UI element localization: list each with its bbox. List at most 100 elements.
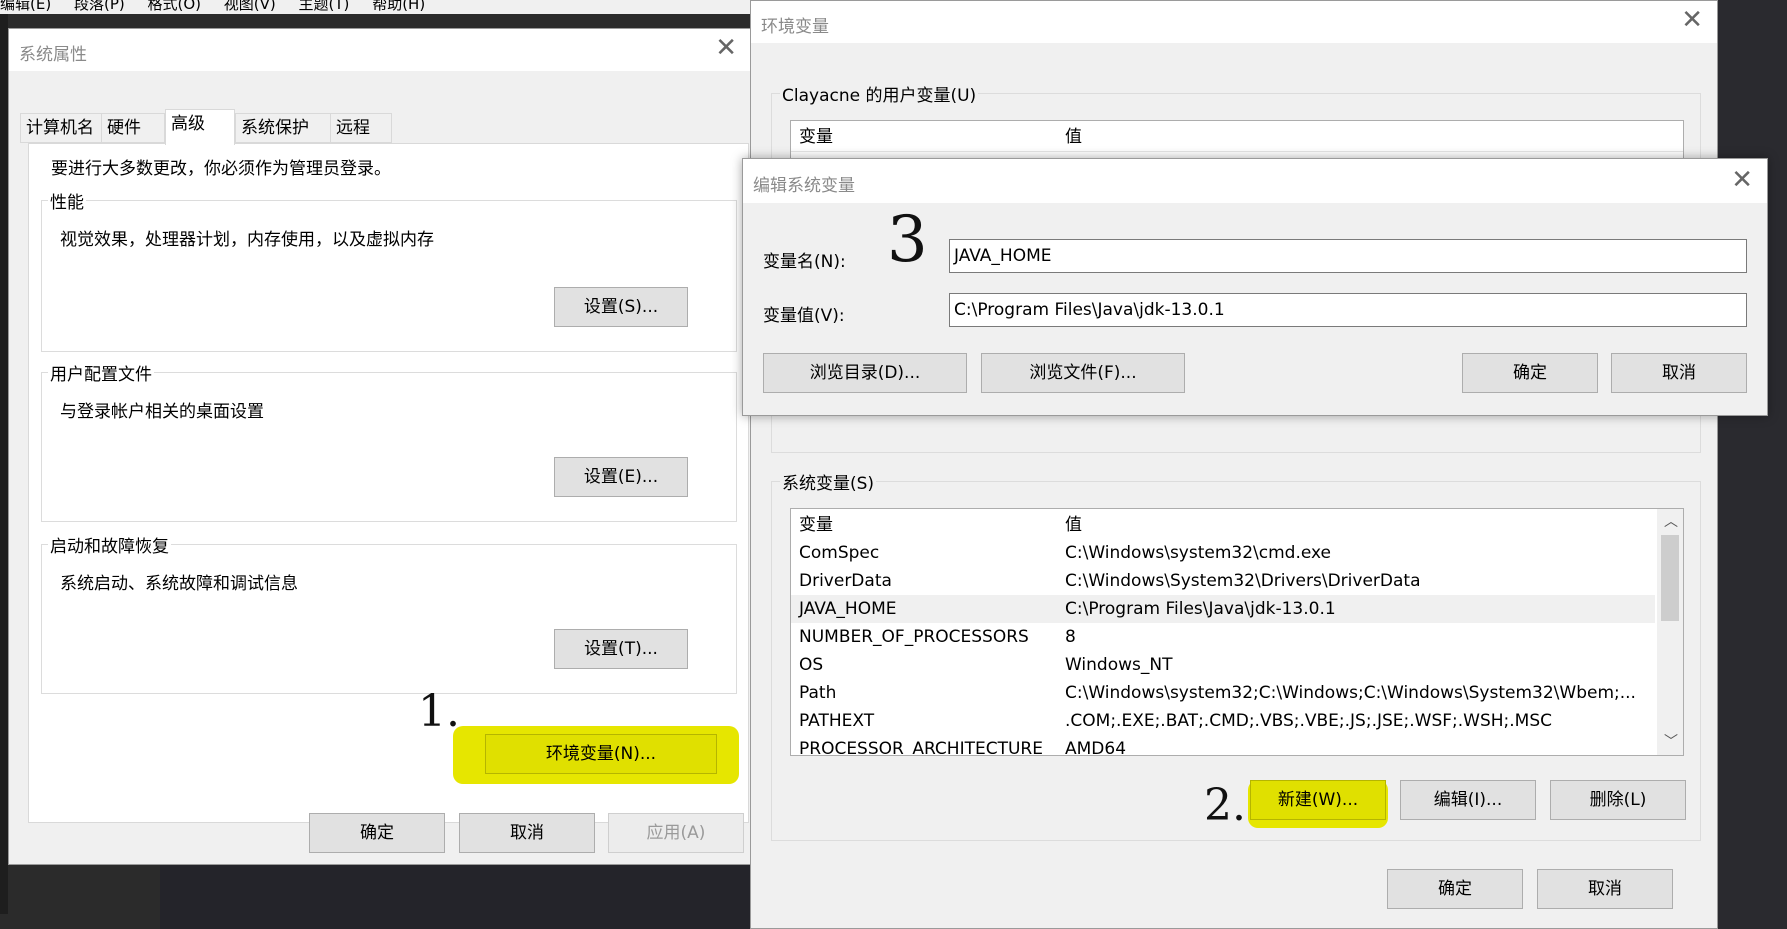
table-row[interactable]: PROCESSOR_ARCHITECTURE AMD64	[791, 735, 1683, 756]
table-row[interactable]: OS Windows_NT	[791, 651, 1683, 679]
editor-menubar: 编辑(E) 段落(P) 格式(O) 视图(V) 主题(T) 帮助(H)	[0, 0, 760, 14]
ok-button[interactable]: 确定	[1387, 869, 1523, 909]
dialog-title: 编辑系统变量	[753, 176, 855, 196]
menu-item-help[interactable]: 帮助(H)	[372, 0, 425, 13]
table-row[interactable]: DriverData C:\Windows\System32\Drivers\Dr…	[791, 567, 1683, 595]
browse-directory-button[interactable]: 浏览目录(D)...	[763, 353, 967, 393]
variable-value: 8	[1065, 627, 1076, 647]
tab-label: 硬件	[107, 118, 141, 138]
table-row[interactable]: NUMBER_OF_PROCESSORS 8	[791, 623, 1683, 651]
edit-variable-titlebar: 编辑系统变量 ✕	[743, 159, 1767, 203]
button-label: 删除(L)	[1589, 790, 1647, 810]
apply-button[interactable]: 应用(A)	[608, 813, 744, 853]
vertical-scrollbar[interactable]: ︿ ﹀	[1657, 509, 1683, 755]
variable-value: C:\Windows\system32\cmd.exe	[1065, 543, 1332, 563]
scrollbar-thumb[interactable]	[1661, 535, 1679, 621]
tab-advanced[interactable]: 高级	[165, 109, 235, 145]
variable-value: .COM;.EXE;.BAT;.CMD;.VBS;.VBE;.JS;.JSE;.…	[1065, 711, 1553, 731]
close-icon[interactable]: ✕	[1681, 7, 1703, 33]
variable-value: C:\Program Files\Java\jdk-13.0.1	[1065, 599, 1336, 619]
system-properties-dialog: 系统属性 ✕ 计算机名 硬件 高级 系统保护 远程 要进行大多数更改，你必须作为…	[8, 28, 752, 865]
user-profiles-group: 用户配置文件 与登录帐户相关的桌面设置 设置(E)...	[41, 360, 737, 522]
cancel-button[interactable]: 取消	[1537, 869, 1673, 909]
ok-button[interactable]: 确定	[309, 813, 445, 853]
variable-name: PATHEXT	[799, 711, 875, 731]
cancel-button[interactable]: 取消	[459, 813, 595, 853]
ok-button[interactable]: 确定	[1462, 353, 1598, 393]
environment-variables-titlebar: 环境变量 ✕	[751, 1, 1717, 43]
variable-name: DriverData	[799, 571, 892, 591]
column-header-variable[interactable]: 变量	[799, 511, 833, 539]
tab-label: 计算机名	[26, 118, 94, 138]
variable-name-field[interactable]: JAVA_HOME	[949, 239, 1747, 273]
scroll-up-icon[interactable]: ︿	[1664, 511, 1678, 531]
button-label: 浏览文件(F)...	[1029, 363, 1137, 383]
annotation-step-1: 1.	[418, 686, 460, 737]
scroll-down-icon[interactable]: ﹀	[1664, 731, 1678, 751]
system-variables-list[interactable]: 变量 值 ComSpec C:\Windows\system32\cmd.exe …	[790, 508, 1684, 756]
list-header: 变量 值	[791, 511, 1683, 539]
background-desktop-bottom	[160, 865, 750, 929]
menu-item-view[interactable]: 视图(V)	[224, 0, 276, 13]
environment-variables-button[interactable]: 环境变量(N)...	[485, 734, 717, 774]
startup-recovery-label: 启动和故障恢复	[48, 532, 171, 557]
new-variable-button[interactable]: 新建(W)...	[1250, 780, 1386, 820]
system-variables-label: 系统变量(S)	[780, 469, 877, 494]
edit-variable-button[interactable]: 编辑(I)...	[1400, 780, 1536, 820]
tab-computer-name[interactable]: 计算机名	[20, 113, 102, 143]
button-label: 取消	[1588, 879, 1622, 899]
variable-name-label: 变量名(N):	[763, 252, 846, 272]
table-row-selected[interactable]: JAVA_HOME C:\Program Files\Java\jdk-13.0.…	[791, 595, 1655, 623]
user-profiles-settings-button[interactable]: 设置(E)...	[554, 457, 688, 497]
button-label: 应用(A)	[646, 823, 706, 843]
table-row[interactable]: Path C:\Windows\system32;C:\Windows;C:\Wi…	[791, 679, 1683, 707]
performance-desc: 视觉效果，处理器计划，内存使用，以及虚拟内存	[60, 230, 434, 250]
tab-remote[interactable]: 远程	[330, 113, 392, 143]
button-label: 取消	[1662, 363, 1696, 383]
variable-value: C:\Windows\system32;C:\Windows;C:\Window…	[1065, 683, 1636, 703]
cancel-button[interactable]: 取消	[1611, 353, 1747, 393]
column-header-value[interactable]: 值	[1065, 511, 1082, 539]
variable-name: PROCESSOR_ARCHITECTURE	[799, 739, 1043, 756]
button-label: 确定	[360, 823, 394, 843]
user-variables-label: Clayacne 的用户变量(U)	[780, 81, 979, 106]
menu-item-format[interactable]: 格式(O)	[148, 0, 202, 13]
column-header-variable[interactable]: 变量	[799, 123, 833, 151]
menu-item-theme[interactable]: 主题(T)	[299, 0, 350, 13]
variable-name: JAVA_HOME	[799, 599, 897, 619]
variable-value: AMD64	[1065, 739, 1127, 756]
tab-system-protection[interactable]: 系统保护	[235, 113, 331, 143]
button-label: 取消	[510, 823, 544, 843]
system-properties-titlebar: 系统属性 ✕	[9, 29, 751, 71]
button-label: 环境变量(N)...	[545, 744, 657, 764]
performance-settings-button[interactable]: 设置(S)...	[554, 287, 688, 327]
button-label: 设置(T)...	[584, 639, 658, 659]
edit-system-variable-dialog: 编辑系统变量 ✕ 变量名(N): JAVA_HOME 变量值(V): C:\Pr…	[742, 158, 1768, 416]
column-header-value[interactable]: 值	[1065, 123, 1082, 151]
variable-name: Path	[799, 683, 837, 703]
tab-hardware[interactable]: 硬件	[101, 113, 165, 143]
close-icon[interactable]: ✕	[1731, 167, 1753, 193]
close-icon[interactable]: ✕	[715, 35, 737, 61]
table-row[interactable]: ComSpec C:\Windows\system32\cmd.exe	[791, 539, 1683, 567]
variable-name: OS	[799, 655, 824, 675]
variable-value-field[interactable]: C:\Program Files\Java\jdk-13.0.1	[949, 293, 1747, 327]
menu-item-paragraph[interactable]: 段落(P)	[74, 0, 125, 13]
annotation-step-2: 2.	[1204, 780, 1246, 831]
advanced-tab-panel: 要进行大多数更改，你必须作为管理员登录。 性能 视觉效果，处理器计划，内存使用，…	[28, 143, 749, 823]
startup-recovery-group: 启动和故障恢复 系统启动、系统故障和调试信息 设置(T)...	[41, 532, 737, 694]
delete-variable-button[interactable]: 删除(L)	[1550, 780, 1686, 820]
startup-recovery-settings-button[interactable]: 设置(T)...	[554, 629, 688, 669]
button-label: 浏览目录(D)...	[809, 363, 921, 383]
user-profiles-desc: 与登录帐户相关的桌面设置	[60, 402, 264, 422]
variable-value: Windows_NT	[1065, 655, 1173, 675]
button-label: 新建(W)...	[1277, 790, 1359, 810]
admin-notice: 要进行大多数更改，你必须作为管理员登录。	[51, 159, 391, 179]
variable-name: ComSpec	[799, 543, 880, 563]
button-label: 确定	[1438, 879, 1472, 899]
dialog-title: 环境变量	[761, 17, 829, 37]
table-row[interactable]: PATHEXT .COM;.EXE;.BAT;.CMD;.VBS;.VBE;.JS…	[791, 707, 1683, 735]
menu-item-edit[interactable]: 编辑(E)	[0, 0, 51, 13]
browse-file-button[interactable]: 浏览文件(F)...	[981, 353, 1185, 393]
list-header: 变量 值	[791, 123, 1683, 152]
